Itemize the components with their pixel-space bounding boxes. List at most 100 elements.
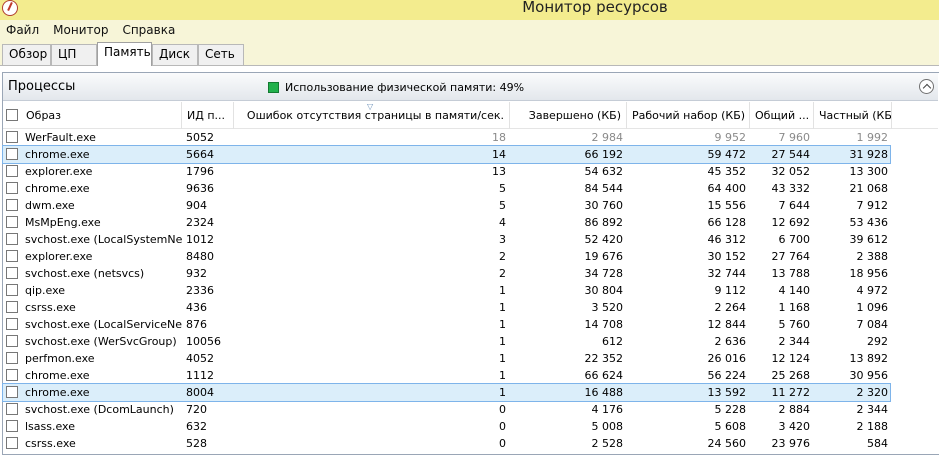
cell-image: chrome.exe <box>25 386 90 399</box>
table-row[interactable]: chrome.exe 9636 5 84 544 64 400 43 332 21 068 <box>3 180 938 197</box>
select-all-checkbox[interactable] <box>6 109 18 121</box>
table-row[interactable]: svchost.exe (LocalServiceNet... 876 1 14 70… <box>3 316 938 333</box>
table-row[interactable]: csrss.exe 436 1 3 520 2 264 1 168 1 096 <box>3 299 938 316</box>
tab-disk[interactable]: Диск <box>152 44 198 65</box>
cell-pid: 720 <box>186 403 207 416</box>
column-image[interactable]: Образ <box>21 102 182 129</box>
row-checkbox[interactable] <box>6 318 18 330</box>
cell-pid: 876 <box>186 318 207 331</box>
row-checkbox[interactable] <box>6 284 18 296</box>
table-row[interactable]: WerFault.exe 5052 18 2 984 9 952 7 960 1 992 <box>3 129 938 146</box>
table-row[interactable]: lsass.exe 632 0 5 008 5 608 3 420 2 188 <box>3 418 938 435</box>
cell-commit: 66 624 <box>584 369 624 382</box>
row-checkbox[interactable] <box>6 437 18 449</box>
column-private[interactable]: Частный (КБ) <box>814 102 892 129</box>
processes-panel-header[interactable]: Процессы Использование физической памяти… <box>3 73 938 101</box>
menu-help[interactable]: Справка <box>122 23 175 37</box>
column-shareable[interactable]: Общий ... <box>750 102 814 129</box>
table-row[interactable]: svchost.exe (LocalSystemNet... 1012 3 52 42… <box>3 231 938 248</box>
table-row[interactable]: qip.exe 2336 1 30 804 9 112 4 140 4 972 <box>3 282 938 299</box>
row-checkbox[interactable] <box>6 420 18 432</box>
row-checkbox[interactable] <box>6 182 18 194</box>
cell-pid: 8480 <box>186 250 214 263</box>
cell-commit: 34 728 <box>584 267 624 280</box>
column-commit[interactable]: Завершено (КБ) <box>510 102 627 129</box>
cell-faults: 2 <box>499 267 506 280</box>
cell-image: MsMpEng.exe <box>25 216 101 229</box>
cell-shareable: 7 644 <box>778 199 811 212</box>
table-row[interactable]: explorer.exe 8480 2 19 676 30 152 27 764 2 388 <box>3 248 938 265</box>
cell-commit: 5 008 <box>591 420 624 433</box>
row-checkbox[interactable] <box>6 148 18 160</box>
tab-memory[interactable]: Память <box>97 42 152 66</box>
cell-pid: 1012 <box>186 233 214 246</box>
row-checkbox[interactable] <box>6 369 18 381</box>
cell-working-set: 12 844 <box>707 318 747 331</box>
tab-overview[interactable]: Обзор <box>2 44 51 65</box>
row-checkbox[interactable] <box>6 335 18 347</box>
cell-private: 584 <box>867 437 888 450</box>
row-checkbox[interactable] <box>6 352 18 364</box>
cell-image: svchost.exe (netsvcs) <box>25 267 145 280</box>
table-row[interactable]: csrss.exe 528 0 2 528 24 560 23 976 584 <box>3 435 938 452</box>
cell-working-set: 15 556 <box>707 199 747 212</box>
table-row[interactable]: explorer.exe 1796 13 54 632 45 352 32 052 13 3… <box>3 163 938 180</box>
table-row[interactable]: svchost.exe (DcomLaunch) 720 0 4 176 5 228 2 … <box>3 401 938 418</box>
cell-image: csrss.exe <box>25 301 76 314</box>
cell-pid: 632 <box>186 420 207 433</box>
table-row[interactable]: svchost.exe (netsvcs) 932 2 34 728 32 744 13 … <box>3 265 938 282</box>
cell-commit: 2 984 <box>591 131 624 144</box>
cell-private: 2 320 <box>856 386 889 399</box>
row-checkbox[interactable] <box>6 267 18 279</box>
table-row[interactable]: perfmon.exe 4052 1 22 352 26 016 12 124 13 892 <box>3 350 938 367</box>
menu-monitor[interactable]: Монитор <box>53 23 108 37</box>
cell-working-set: 13 592 <box>707 386 747 399</box>
processes-title: Процессы <box>8 79 76 94</box>
cell-faults: 1 <box>499 352 506 365</box>
table-row[interactable]: chrome.exe 1112 1 66 624 56 224 25 268 30 956 <box>3 367 938 384</box>
row-checkbox[interactable] <box>6 403 18 415</box>
cell-pid: 8004 <box>186 386 214 399</box>
column-working-set[interactable]: Рабочий набор (КБ) <box>627 102 750 129</box>
cell-working-set: 30 152 <box>707 250 747 263</box>
cell-pid: 9636 <box>186 182 214 195</box>
table-row[interactable]: chrome.exe 8004 1 16 488 13 592 11 272 2 320 <box>2 383 891 402</box>
row-checkbox[interactable] <box>6 301 18 313</box>
table-row[interactable]: dwm.exe 904 5 30 760 15 556 7 644 7 912 <box>3 197 938 214</box>
row-checkbox[interactable] <box>6 199 18 211</box>
cell-commit: 22 352 <box>584 352 624 365</box>
row-checkbox[interactable] <box>6 250 18 262</box>
cell-image: WerFault.exe <box>25 131 96 144</box>
row-checkbox[interactable] <box>6 165 18 177</box>
cell-private: 2 188 <box>856 420 889 433</box>
table-row[interactable]: chrome.exe 5664 14 66 192 59 472 27 544 31 928 <box>2 145 891 164</box>
row-checkbox[interactable] <box>6 233 18 245</box>
table-row[interactable]: svchost.exe (WerSvcGroup) 10056 1 612 2 636 2… <box>3 333 938 350</box>
cell-working-set: 24 560 <box>707 437 747 450</box>
row-checkbox[interactable] <box>6 131 18 143</box>
row-checkbox[interactable] <box>6 386 18 398</box>
cell-shareable: 12 692 <box>771 216 811 229</box>
row-checkbox[interactable] <box>6 216 18 228</box>
cell-commit: 52 420 <box>584 233 624 246</box>
cell-working-set: 2 636 <box>714 335 747 348</box>
cell-private: 13 300 <box>849 165 889 178</box>
cell-private: 18 956 <box>849 267 889 280</box>
collapse-chevron-up-icon[interactable] <box>919 79 934 94</box>
cell-image: svchost.exe (LocalServiceNet... <box>25 318 182 331</box>
table-row[interactable]: MsMpEng.exe 2324 4 86 892 66 128 12 692 53 436 <box>3 214 938 231</box>
cell-working-set: 46 312 <box>707 233 747 246</box>
cell-private: 7 912 <box>856 199 889 212</box>
tab-network[interactable]: Сеть <box>198 44 244 65</box>
cell-pid: 10056 <box>186 335 221 348</box>
cell-commit: 19 676 <box>584 250 624 263</box>
cell-commit: 4 176 <box>591 403 624 416</box>
cell-private: 7 084 <box>856 318 889 331</box>
cell-image: svchost.exe (DcomLaunch) <box>25 403 174 416</box>
tab-cpu[interactable]: ЦП <box>51 44 97 65</box>
cell-commit: 2 528 <box>591 437 624 450</box>
menu-file[interactable]: Файл <box>6 23 39 37</box>
column-pid[interactable]: ИД п... <box>182 102 234 129</box>
menu-bar: Файл Монитор Справка <box>0 20 939 40</box>
cell-shareable: 3 420 <box>778 420 811 433</box>
